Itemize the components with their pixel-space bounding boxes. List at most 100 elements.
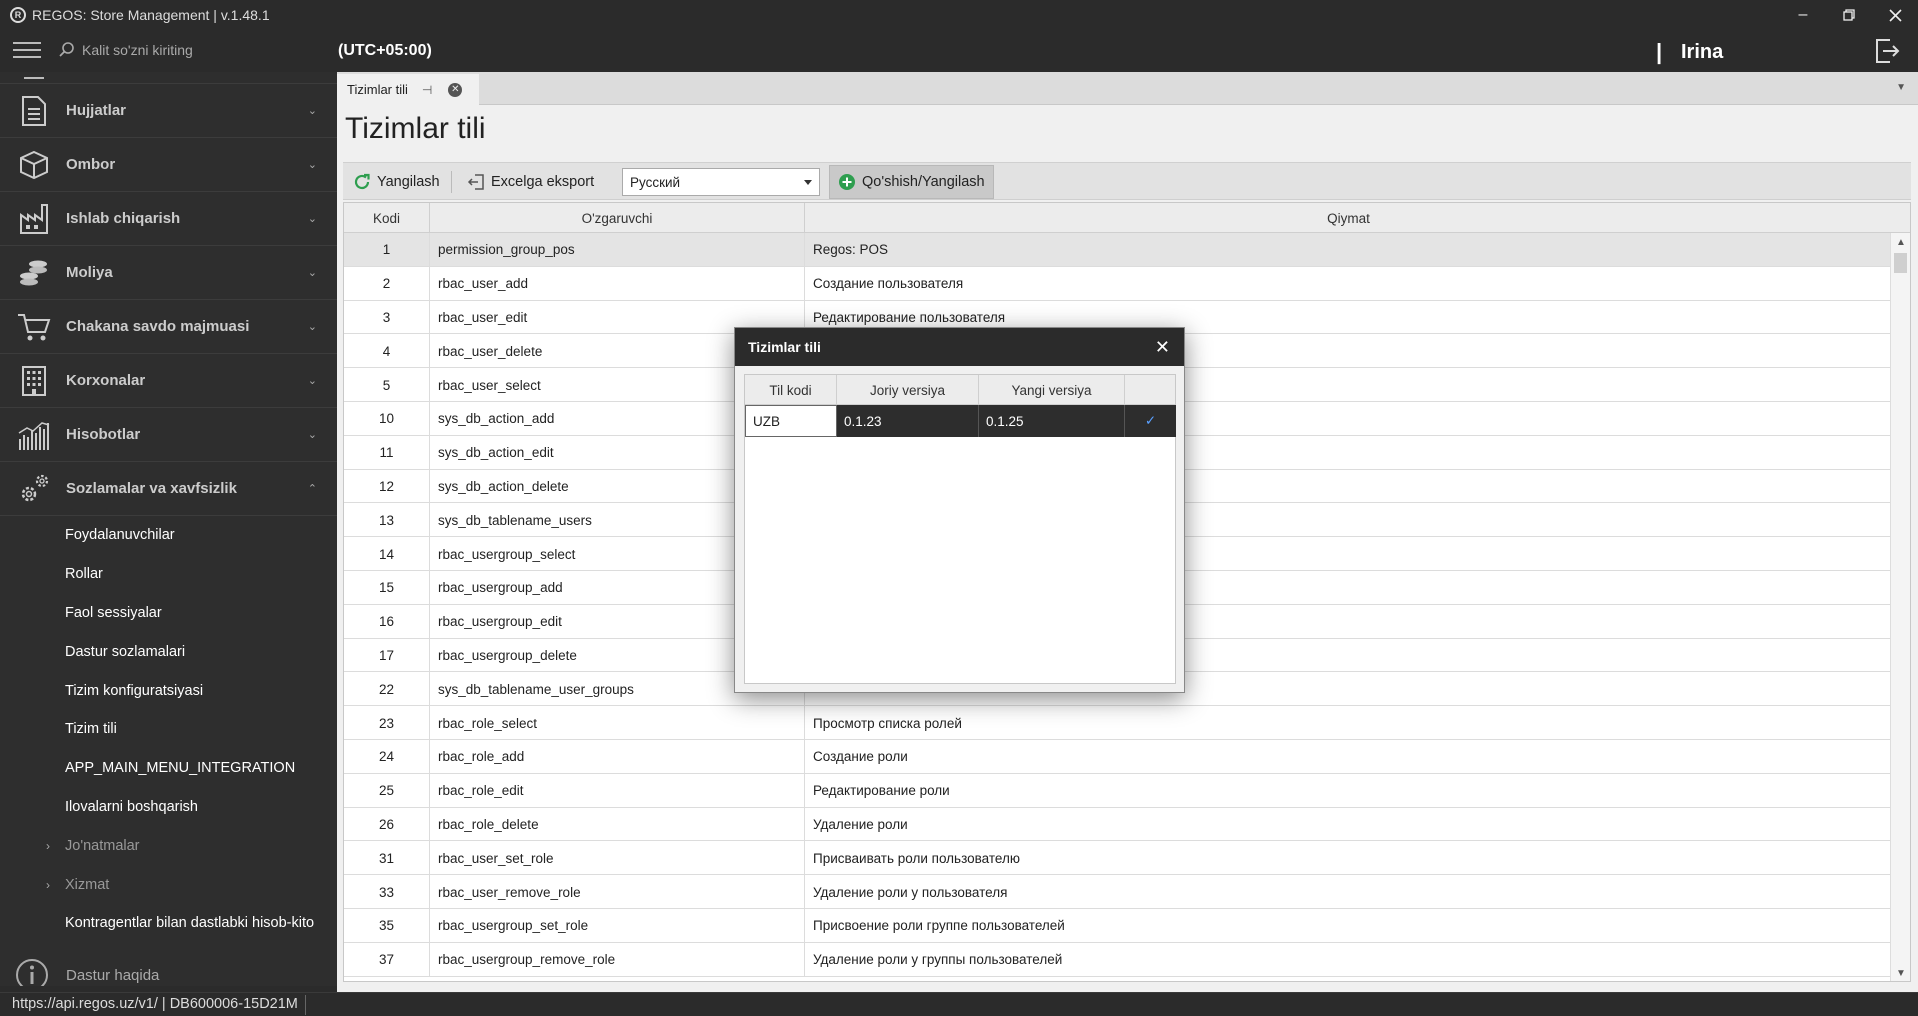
- sidebar-item-about[interactable]: Dastur haqida: [0, 955, 337, 986]
- scroll-up-icon[interactable]: ▲: [1896, 237, 1906, 248]
- excel-export-button[interactable]: Excelga eksport: [459, 167, 602, 197]
- sidebar-item-moliya[interactable]: Moliya ⌄: [0, 246, 337, 300]
- table-row[interactable]: 31 rbac_user_set_role Присваивать роли пол…: [344, 841, 1892, 876]
- tab-list-dropdown-icon[interactable]: ▼: [1896, 82, 1906, 93]
- table-row[interactable]: 26 rbac_role_delete Удаление роли: [344, 807, 1892, 842]
- value-cell[interactable]: Regos: POS: [805, 233, 1892, 267]
- code-cell[interactable]: 26: [344, 807, 430, 842]
- variable-cell[interactable]: permission_group_pos: [430, 233, 805, 267]
- variable-cell[interactable]: rbac_role_select: [430, 706, 805, 740]
- table-row[interactable]: 1 permission_group_pos Regos: POS: [344, 233, 1892, 267]
- code-cell[interactable]: 5: [344, 368, 430, 402]
- value-cell[interactable]: Создание пользователя: [805, 267, 1892, 301]
- add-update-button[interactable]: Qo'shish/Yangilash: [829, 165, 994, 199]
- sidebar-subitem-faol-sessiyalar[interactable]: Faol sessiyalar: [0, 594, 337, 633]
- variable-cell[interactable]: rbac_user_set_role: [430, 841, 805, 876]
- vertical-scrollbar[interactable]: ▲ ▼: [1890, 233, 1910, 981]
- code-cell[interactable]: 35: [344, 908, 430, 943]
- close-button[interactable]: [1872, 0, 1918, 30]
- code-cell[interactable]: 10: [344, 401, 430, 436]
- sidebar-subitem-kontragentlar[interactable]: Kontragentlar bilan dastlabki hisob-kito: [0, 904, 337, 943]
- restore-button[interactable]: [1826, 0, 1872, 30]
- variable-cell[interactable]: rbac_role_edit: [430, 773, 805, 808]
- sidebar-item-korxonalar[interactable]: Korxonalar ⌄: [0, 354, 337, 408]
- code-cell[interactable]: 13: [344, 503, 430, 538]
- pin-icon[interactable]: ⊣: [422, 83, 432, 97]
- table-row[interactable]: 23 rbac_role_select Просмотр списка ролей: [344, 706, 1892, 740]
- code-cell[interactable]: 31: [344, 841, 430, 876]
- code-cell[interactable]: 14: [344, 537, 430, 571]
- value-cell[interactable]: Удаление роли у группы пользователей: [805, 943, 1892, 977]
- sidebar-item-hujjatlar[interactable]: Hujjatlar ⌄: [0, 84, 337, 138]
- value-cell[interactable]: Удаление роли: [805, 808, 1892, 842]
- code-cell[interactable]: 2: [344, 266, 430, 301]
- sidebar-subitem-ilovalarni-boshqarish[interactable]: Ilovalarni boshqarish: [0, 788, 337, 827]
- refresh-button[interactable]: Yangilash: [345, 167, 448, 197]
- sidebar-subitem-rollar[interactable]: Rollar: [0, 555, 337, 594]
- search-input[interactable]: [82, 38, 322, 62]
- code-cell[interactable]: 1: [344, 233, 430, 267]
- code-cell[interactable]: 25: [344, 773, 430, 808]
- table-row[interactable]: 24 rbac_role_add Создание роли: [344, 739, 1892, 774]
- column-header-qiymat[interactable]: Qiymat: [805, 203, 1892, 233]
- username-label[interactable]: Irina: [1681, 41, 1723, 64]
- sidebar-subitem-jonatmalar[interactable]: › Jo'natmalar: [0, 826, 337, 865]
- tab-tizimlar-tili[interactable]: Tizimlar tili ⊣ ✕: [337, 74, 479, 105]
- checkmark-icon[interactable]: ✓: [1125, 405, 1176, 437]
- lang-code-cell[interactable]: UZB: [745, 405, 837, 437]
- language-select[interactable]: Русский: [622, 168, 820, 196]
- code-cell[interactable]: 23: [344, 706, 430, 740]
- tab-close-icon[interactable]: ✕: [448, 82, 463, 97]
- logout-icon[interactable]: [1872, 36, 1900, 66]
- code-cell[interactable]: 12: [344, 469, 430, 504]
- variable-cell[interactable]: rbac_user_add: [430, 266, 805, 301]
- code-cell[interactable]: 17: [344, 638, 430, 673]
- code-cell[interactable]: 3: [344, 300, 430, 335]
- table-row[interactable]: 25 rbac_role_edit Редактирование роли: [344, 773, 1892, 808]
- sidebar-subitem-tizim-konfiguratsiyasi[interactable]: Tizim konfiguratsiyasi: [0, 671, 337, 710]
- variable-cell[interactable]: rbac_usergroup_set_role: [430, 908, 805, 943]
- sidebar-subitem-foydalanuvchilar[interactable]: Foydalanuvchilar: [0, 516, 337, 555]
- code-cell[interactable]: 16: [344, 604, 430, 639]
- dialog-table-row[interactable]: UZB 0.1.23 0.1.25 ✓: [745, 405, 1176, 437]
- table-row[interactable]: 2 rbac_user_add Создание пользователя: [344, 266, 1892, 301]
- value-cell[interactable]: Редактирование роли: [805, 774, 1892, 808]
- code-cell[interactable]: 4: [344, 334, 430, 369]
- table-row[interactable]: 33 rbac_user_remove_role Удаление роли у п…: [344, 875, 1892, 909]
- value-cell[interactable]: Удаление роли у пользователя: [805, 875, 1892, 909]
- value-cell[interactable]: Присваивать роли пользователю: [805, 841, 1892, 875]
- code-cell[interactable]: 24: [344, 739, 430, 774]
- code-cell[interactable]: 33: [344, 875, 430, 909]
- value-cell[interactable]: Создание роли: [805, 740, 1892, 774]
- table-row[interactable]: 37 rbac_usergroup_remove_role Удаление рол…: [344, 942, 1892, 977]
- sidebar-item-ombor[interactable]: Ombor ⌄: [0, 138, 337, 192]
- value-cell[interactable]: Просмотр списка ролей: [805, 706, 1892, 740]
- sidebar-item-hisobotlar[interactable]: Hisobotlar ⌄: [0, 408, 337, 462]
- sidebar-subitem-tizim-tili[interactable]: Tizim tili: [0, 710, 337, 749]
- code-cell[interactable]: 15: [344, 570, 430, 605]
- scroll-down-icon[interactable]: ▼: [1896, 968, 1906, 979]
- column-header-yangi-versiya[interactable]: Yangi versiya: [979, 375, 1125, 405]
- column-header-til-kodi[interactable]: Til kodi: [745, 375, 837, 405]
- variable-cell[interactable]: rbac_role_delete: [430, 807, 805, 842]
- scroll-thumb[interactable]: [1894, 253, 1907, 273]
- new-version-cell[interactable]: 0.1.25: [979, 405, 1125, 437]
- code-cell[interactable]: 11: [344, 435, 430, 470]
- sidebar-subitem-app-main-menu-integration[interactable]: APP_MAIN_MENU_INTEGRATION: [0, 749, 337, 788]
- table-row[interactable]: 35 rbac_usergroup_set_role Присвоение роли…: [344, 908, 1892, 943]
- code-cell[interactable]: 37: [344, 942, 430, 977]
- hamburger-menu-icon[interactable]: [13, 42, 41, 60]
- sidebar-item-ishlab-chiqarish[interactable]: Ishlab chiqarish ⌄: [0, 192, 337, 246]
- column-header-joriy-versiya[interactable]: Joriy versiya: [837, 375, 979, 405]
- variable-cell[interactable]: rbac_usergroup_remove_role: [430, 942, 805, 977]
- variable-cell[interactable]: rbac_user_remove_role: [430, 875, 805, 909]
- current-version-cell[interactable]: 0.1.23: [837, 405, 979, 437]
- dialog-close-icon[interactable]: ✕: [1155, 337, 1170, 358]
- column-header-kodi[interactable]: Kodi: [344, 203, 430, 233]
- minimize-button[interactable]: –: [1780, 0, 1826, 30]
- sidebar-subitem-dastur-sozlamalari[interactable]: Dastur sozlamalari: [0, 632, 337, 671]
- sidebar-subitem-xizmat[interactable]: › Xizmat: [0, 865, 337, 904]
- column-header-ozgaruvchi[interactable]: O'zgaruvchi: [430, 203, 805, 233]
- value-cell[interactable]: Присвоение роли группе пользователей: [805, 909, 1892, 943]
- sidebar-item-sozlamalar[interactable]: Sozlamalar va xavfsizlik ⌃: [0, 462, 337, 516]
